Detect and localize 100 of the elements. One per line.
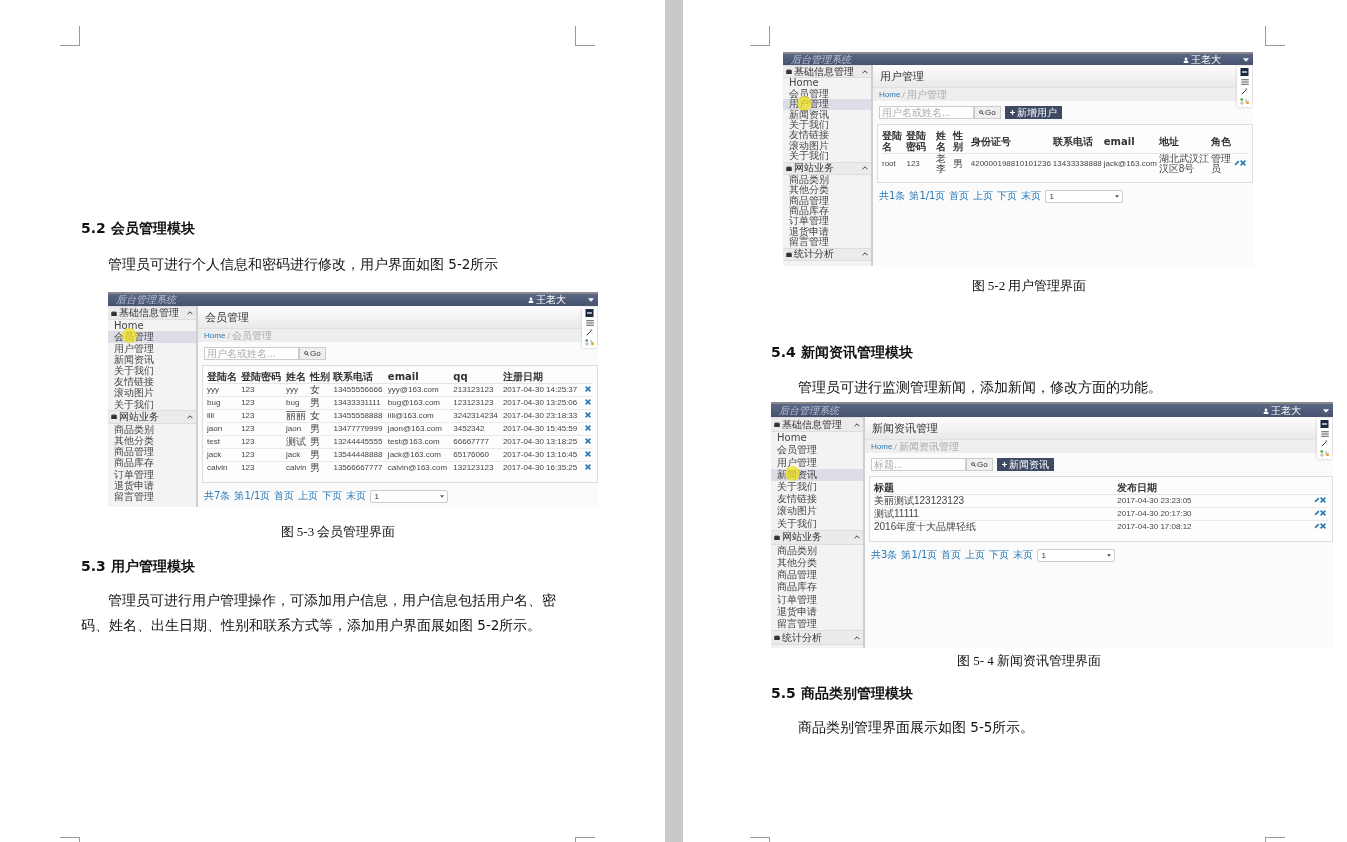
close-icon[interactable] [585,386,591,392]
sidebar-item[interactable]: 商品库存 [108,457,196,469]
pagination-link[interactable]: 上页 [965,548,986,562]
sidebar-group-header[interactable]: 网站业务 [771,529,863,545]
sidebar-item[interactable]: 退货申请 [771,605,863,618]
menu-icon[interactable] [1240,79,1249,85]
page-select[interactable]: 1 [1045,189,1124,203]
pagination-link[interactable]: 第1/1页 [901,548,938,562]
sidebar-item[interactable]: 滚动图片 [108,387,196,399]
breadcrumb-link[interactable]: Home [204,331,226,340]
pagination-link[interactable]: 上页 [973,189,994,203]
sidebar-item[interactable]: 友情链接 [783,130,871,141]
sidebar-item[interactable]: 用户管理 [108,342,196,354]
sidebar-item[interactable]: 友情链接 [771,493,863,506]
sidebar-item[interactable]: 滚动图片 [771,505,863,518]
sidebar-item[interactable]: 会员管理 [771,444,863,457]
breadcrumb-link[interactable]: Home [879,90,901,99]
add-button[interactable]: 新增用户 [1004,106,1062,119]
sidebar-item[interactable]: 关于我们 [108,398,196,410]
pagination-link[interactable]: 共3条 [871,548,898,562]
close-icon[interactable] [1240,160,1246,166]
sidebar-item[interactable]: 商品库存 [771,581,863,594]
pagination-link[interactable]: 共7条 [204,489,231,503]
sidebar-item[interactable]: 用户管理 [771,456,863,469]
sidebar-item[interactable]: 商品管理 [771,569,863,582]
user-name[interactable]: 王老大 [536,295,566,305]
close-icon[interactable] [1320,510,1326,516]
pagination-link[interactable]: 上页 [298,489,319,503]
sidebar-item[interactable]: 商品类别 [108,423,196,436]
edit-icon[interactable] [1314,510,1320,516]
caret-icon[interactable] [588,298,594,302]
sidebar-item[interactable]: 留言管理 [108,491,196,503]
pagination-link[interactable]: 下页 [997,189,1018,203]
sidebar-item[interactable]: 关于我们 [108,364,196,377]
sidebar-item[interactable]: 友情链接 [108,376,196,388]
sidebar-item[interactable]: 商品管理 [783,195,871,207]
sidebar-item[interactable]: 新闻资讯 [108,353,196,365]
add-button[interactable]: 新闻资讯 [996,458,1054,471]
sidebar-item[interactable]: 留言管理 [783,237,871,248]
app-icon[interactable] [1320,420,1329,428]
close-icon[interactable] [585,464,591,470]
sidebar-group-header[interactable]: 基础信息管理 [108,306,196,321]
sidebar-item[interactable]: 关于我们 [783,151,871,162]
pagination-link[interactable]: 第1/1页 [234,489,271,503]
caret-icon[interactable] [1323,408,1329,413]
pagination-link[interactable]: 首页 [949,189,970,203]
sidebar-item[interactable]: 关于我们 [771,517,863,530]
sidebar-item[interactable]: 滚动图片 [783,140,871,152]
close-icon[interactable] [1320,497,1326,503]
edit-icon[interactable] [1314,523,1320,529]
pagination-link[interactable]: 末页 [346,489,367,503]
pagination-link[interactable]: 下页 [989,548,1010,562]
close-icon[interactable] [585,438,591,444]
close-icon[interactable] [585,399,591,405]
sidebar-item[interactable]: 退货申请 [108,479,196,491]
sidebar-group-header[interactable]: 基础信息管理 [771,417,863,433]
go-button[interactable]: Go [299,347,326,360]
pagination-link[interactable]: 首页 [274,489,295,503]
sidebar-item[interactable]: 商品管理 [108,446,196,458]
wand-icon[interactable] [586,329,593,336]
close-icon[interactable] [1320,523,1326,529]
sidebar-group-header[interactable]: 统计分析 [783,247,871,262]
sidebar-item[interactable]: Home [771,432,863,445]
pagination-link[interactable]: 第1/1页 [909,189,946,203]
app-icon[interactable] [1240,68,1249,76]
sidebar-item[interactable]: 商品库存 [783,206,871,217]
user-name[interactable]: 王老大 [1191,54,1221,65]
sidebar-item[interactable]: 退货申请 [783,226,871,238]
sidebar-item[interactable]: 订单管理 [783,216,871,227]
menu-icon[interactable] [585,320,594,326]
menu-icon[interactable] [1320,431,1329,437]
sidebar-item[interactable]: 商品类别 [771,544,863,558]
user-name[interactable]: 王老大 [1271,405,1301,416]
sidebar-item[interactable]: 订单管理 [108,468,196,480]
sidebar-item[interactable]: 其他分类 [771,557,863,570]
breadcrumb-link[interactable]: Home [871,442,893,451]
wand-icon[interactable] [1241,88,1248,95]
sidebar-item[interactable]: 关于我们 [771,480,863,494]
sidebar-group-header[interactable]: 统计分析 [771,630,863,646]
close-icon[interactable] [585,451,591,457]
search-field[interactable]: 用户名或姓名... [204,347,299,360]
search-field[interactable]: 标题... [871,458,966,471]
pagination-link[interactable]: 末页 [1021,189,1042,203]
sidebar-item[interactable]: Home [783,78,871,89]
wand-icon[interactable] [1321,440,1328,447]
sidebar-item[interactable]: 订单管理 [771,593,863,606]
sidebar-group-header[interactable]: 网站业务 [108,409,196,424]
edit-icon[interactable] [1314,497,1320,503]
sidebar-item[interactable]: 会员管理 [783,88,871,100]
close-icon[interactable] [585,425,591,431]
pagination-link[interactable]: 末页 [1013,548,1034,562]
sidebar-item[interactable]: 其他分类 [783,185,871,196]
pagination-link[interactable]: 首页 [941,548,962,562]
sidebar-item[interactable]: Home [108,320,196,332]
page-select[interactable]: 1 [1037,548,1116,562]
sidebar-item[interactable]: 留言管理 [771,618,863,631]
sidebar-item[interactable]: 新闻资讯 [783,109,871,120]
go-button[interactable]: Go [974,106,1001,119]
go-button[interactable]: Go [966,458,993,471]
pagination-link[interactable]: 共1条 [879,189,906,203]
